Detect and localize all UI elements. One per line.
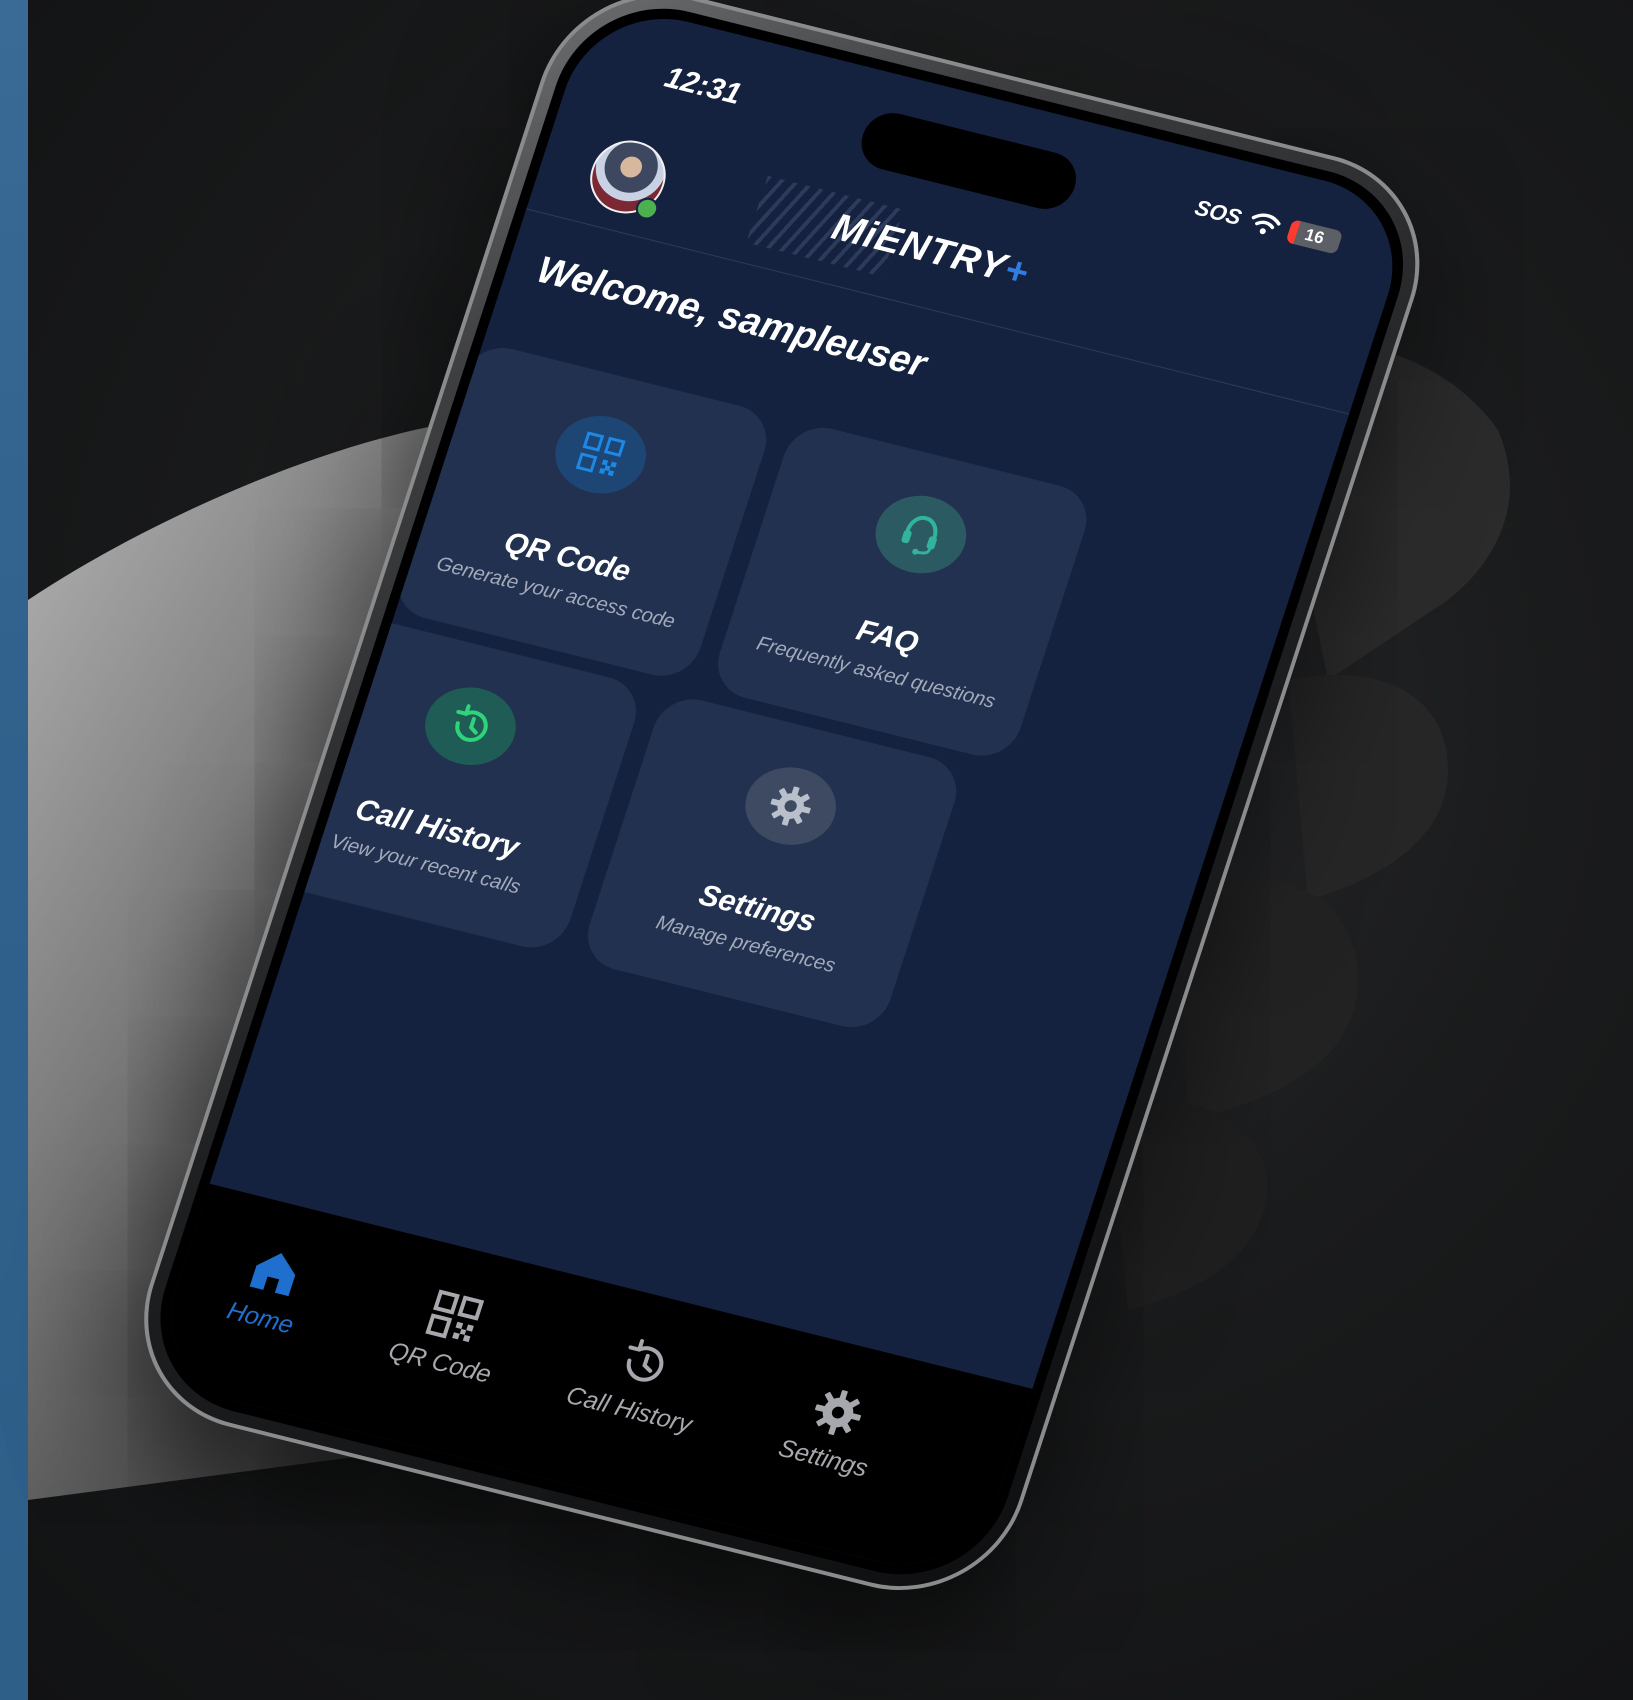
side-color-strip: [0, 0, 28, 1700]
avatar[interactable]: [580, 132, 676, 222]
phone-frame: 12:31 SOS 16 MiENTRY+ Welcome, sampleuse…: [112, 0, 1451, 1616]
call-history-card[interactable]: Call History View your recent calls: [257, 611, 646, 956]
nav-item-settings[interactable]: Settings: [731, 1366, 933, 1494]
battery-level-fill: [1285, 219, 1301, 244]
app-screen: 12:31 SOS 16 MiENTRY+ Welcome, sampleuse…: [146, 0, 1418, 1585]
home-icon: [249, 1253, 296, 1297]
battery-icon: 16: [1285, 219, 1344, 255]
logo-wordmark: MiENTRY: [826, 206, 1012, 290]
qr-code-card[interactable]: QR Code Generate your access code: [388, 339, 777, 684]
nav-item-qr-code[interactable]: QR Code: [348, 1270, 550, 1398]
logo-text: MiENTRY+: [826, 206, 1035, 296]
phone-bezel: 12:31 SOS 16 MiENTRY+ Welcome, sampleuse…: [133, 0, 1431, 1597]
wifi-icon: [1247, 210, 1283, 238]
status-time: 12:31: [660, 60, 746, 112]
gear-icon: [734, 758, 847, 855]
online-status-dot: [632, 195, 662, 222]
status-indicators: SOS 16: [1192, 195, 1344, 256]
history-icon: [626, 1339, 664, 1382]
history-icon: [414, 678, 527, 775]
qr-code-icon: [544, 406, 657, 503]
headset-icon: [865, 486, 977, 583]
sos-indicator: SOS: [1191, 194, 1245, 230]
settings-card[interactable]: Settings Manage preferences: [578, 691, 967, 1036]
faq-card[interactable]: FAQ Frequently asked questions: [708, 419, 1097, 764]
battery-percent: 16: [1302, 225, 1327, 248]
nav-item-call-history[interactable]: Call History: [537, 1318, 739, 1446]
scene: 12:31 SOS 16 MiENTRY+ Welcome, sampleuse…: [0, 0, 1633, 1700]
bottom-nav: Home QR Code Call History Settings: [146, 1174, 1072, 1585]
gear-icon: [815, 1390, 861, 1435]
nav-item-home[interactable]: Home: [168, 1226, 370, 1354]
phone-mockup: 12:31 SOS 16 MiENTRY+ Welcome, sampleuse…: [112, 0, 1540, 1616]
qr-code-icon: [425, 1289, 485, 1343]
